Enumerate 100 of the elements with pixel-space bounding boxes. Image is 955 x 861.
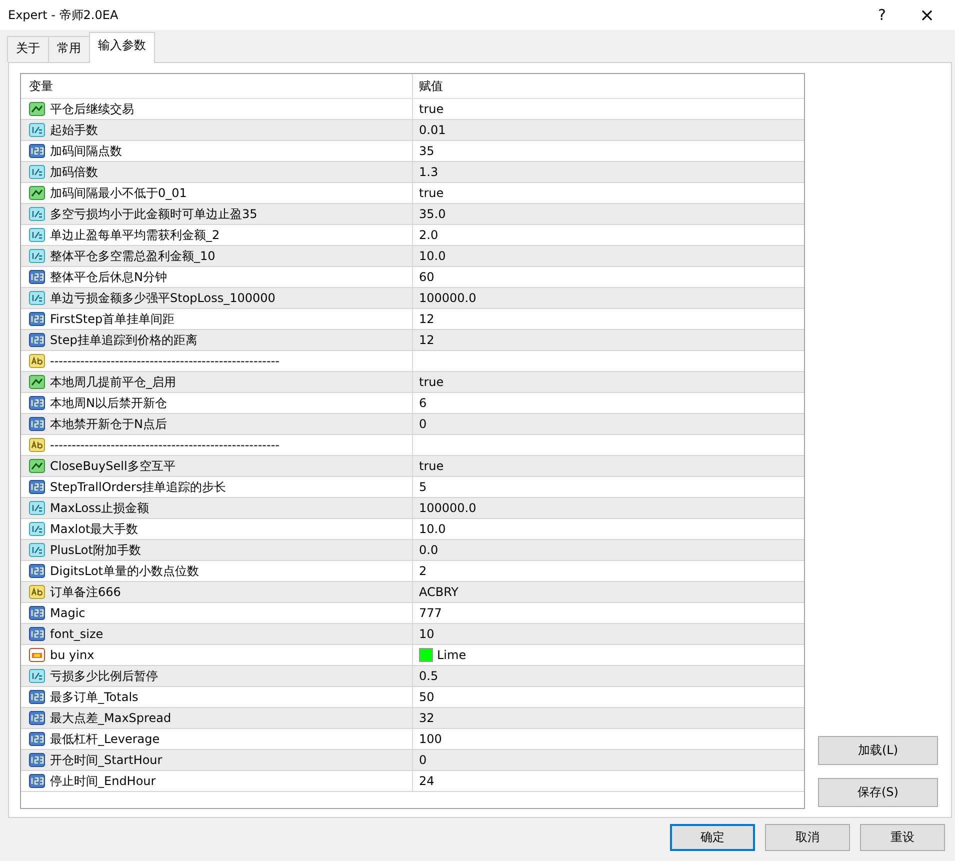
palette-icon [29, 648, 45, 662]
table-cell: CloseBuySell多空互平 [50, 458, 176, 474]
number-icon [29, 690, 45, 704]
table-cell: 起始手数 [50, 122, 98, 138]
table-cell: 本地周几提前平仓_启用 [50, 374, 176, 390]
table-cell: 加码间隔最小不低于0_01 [50, 184, 187, 202]
number-icon [29, 333, 45, 347]
line-chart-icon [29, 102, 45, 116]
table-cell: Lime [437, 648, 466, 662]
table-cell: FirstStep首单挂单间距 [50, 310, 175, 328]
fraction-icon [29, 165, 45, 179]
table-cell: 50 [419, 690, 434, 704]
table-cell: true [419, 186, 444, 200]
table-row[interactable]: 起始手数 0.01 [21, 120, 804, 141]
number-icon [29, 711, 45, 725]
table-row[interactable]: 开仓时间_StartHour 0 [21, 750, 804, 771]
tab[interactable]: 输入参数 [89, 32, 155, 63]
table-cell: 32 [419, 711, 434, 725]
table-cell: 1.3 [419, 165, 438, 179]
table-row[interactable]: font_size 10 [21, 624, 804, 645]
dialog-button[interactable]: 确定 [670, 824, 755, 851]
table-row[interactable]: 最大点差_MaxSpread 32 [21, 708, 804, 729]
table-cell: 777 [419, 606, 442, 620]
fraction-icon [29, 123, 45, 137]
table-row[interactable]: Step挂单追踪到价格的距离 12 [21, 330, 804, 351]
table-row[interactable]: 亏损多少比例后暂停 0.5 [21, 666, 804, 687]
number-icon [29, 270, 45, 284]
number-icon [29, 480, 45, 494]
table-row[interactable]: 加码倍数 1.3 [21, 162, 804, 183]
table-cell: 24 [419, 774, 434, 788]
table-cell: 2 [419, 564, 427, 578]
line-chart-icon [29, 459, 45, 473]
tab[interactable]: 关于 [7, 36, 49, 62]
table-cell: 0 [419, 417, 427, 431]
table-cell: 最低杠杆_Leverage [50, 730, 160, 748]
number-icon [29, 417, 45, 431]
text-icon [29, 585, 45, 599]
table-cell: ----------------------------------------------------- [50, 438, 280, 452]
column-header: 赋值 [419, 78, 443, 94]
fraction-icon [29, 522, 45, 536]
table-cell: 整体平仓多空需总盈利金额_10 [50, 248, 216, 264]
dialog-button[interactable]: 取消 [765, 824, 850, 851]
table-cell: ----------------------------------------------------- [50, 354, 280, 368]
table-cell: 平仓后继续交易 [50, 100, 134, 118]
table-cell: 12 [419, 312, 434, 326]
table-row[interactable]: 停止时间_EndHour 24 [21, 771, 804, 792]
side-button[interactable]: 保存(S) [818, 778, 938, 807]
table-row[interactable]: 订单备注666 ACBRY [21, 582, 804, 603]
table-cell: 订单备注666 [50, 584, 121, 600]
table-cell: bu yinx [50, 648, 94, 662]
table-cell: 6 [419, 396, 427, 410]
table-cell: 0.0 [419, 543, 438, 557]
table-cell: 加码间隔点数 [50, 142, 122, 160]
table-cell: 2.0 [419, 228, 438, 242]
number-icon [29, 396, 45, 410]
close-button[interactable]: × [907, 4, 947, 26]
table-cell: 60 [419, 270, 434, 284]
table-row[interactable]: 多空亏损均小于此金额时可单边止盈35 35.0 [21, 204, 804, 225]
table-cell: 12 [419, 333, 434, 347]
table-row[interactable]: PlusLot附加手数 0.0 [21, 540, 804, 561]
number-icon [29, 753, 45, 767]
table-cell: 单边止盈每单平均需获利金额_2 [50, 226, 220, 244]
side-button[interactable]: 加载(L) [818, 736, 938, 765]
table-row[interactable]: MaxLoss止损金额 100000.0 [21, 498, 804, 519]
table-cell: 10.0 [419, 522, 446, 536]
table-cell: 0 [419, 753, 427, 767]
table-cell: StepTrallOrders挂单追踪的步长 [50, 478, 226, 496]
table-cell: 加码倍数 [50, 164, 98, 180]
table-row[interactable]: 本地禁开新仓于N点后 0 [21, 414, 804, 435]
table-row[interactable]: 单边亏损金额多少强平StopLoss_100000 100000.0 [21, 288, 804, 309]
table-cell: 单边亏损金额多少强平StopLoss_100000 [50, 290, 276, 306]
table-cell: 10 [419, 627, 434, 641]
number-icon [29, 606, 45, 620]
number-icon [29, 144, 45, 158]
table-cell: true [419, 459, 444, 473]
table-cell: true [419, 102, 444, 116]
table-cell: true [419, 375, 444, 389]
table-cell: 0.5 [419, 669, 438, 683]
table-row[interactable]: CloseBuySell多空互平 true [21, 456, 804, 477]
table-cell: 0.01 [419, 123, 446, 137]
fraction-icon [29, 249, 45, 263]
table-row[interactable]: 整体平仓多空需总盈利金额_10 10.0 [21, 246, 804, 267]
table-cell: 100000.0 [419, 291, 476, 305]
table-cell: Maxlot最大手数 [50, 520, 138, 538]
fraction-icon [29, 291, 45, 305]
table-cell: DigitsLot单量的小数点位数 [50, 562, 200, 580]
table-cell: 最大点差_MaxSpread [50, 710, 172, 726]
table-cell: 10.0 [419, 249, 446, 263]
help-button[interactable]: ? [857, 6, 907, 24]
table-cell: 5 [419, 480, 427, 494]
number-icon [29, 732, 45, 746]
table-cell: 亏损多少比例后暂停 [50, 668, 158, 684]
table-row[interactable]: 本地周几提前平仓_启用 true [21, 372, 804, 393]
table-cell: 多空亏损均小于此金额时可单边止盈35 [50, 206, 258, 222]
table-cell: 本地周N以后禁开新仓 [50, 394, 167, 412]
fraction-icon [29, 669, 45, 683]
number-icon [29, 774, 45, 788]
table-cell: Step挂单追踪到价格的距离 [50, 332, 198, 348]
table-cell: 35.0 [419, 207, 446, 221]
dialog-button[interactable]: 重设 [860, 824, 945, 851]
